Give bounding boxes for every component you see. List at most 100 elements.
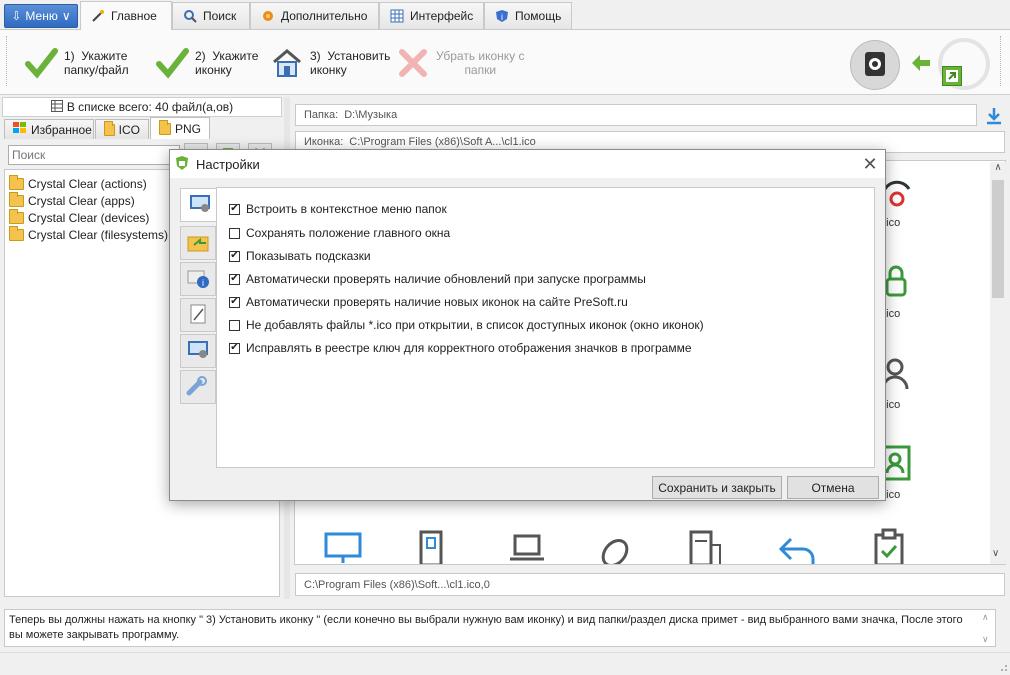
checkbox[interactable]: ✔ xyxy=(229,296,240,308)
download-icon[interactable] xyxy=(984,106,1004,126)
clipboard-check-icon[interactable] xyxy=(871,527,907,564)
laptop-icon[interactable] xyxy=(507,533,547,564)
checkbox[interactable]: ✔ xyxy=(229,273,240,285)
info-shield-icon: i xyxy=(495,9,509,23)
scroll-down-icon[interactable]: ∨ xyxy=(992,548,999,559)
step2-label: 2) Укажите иконку xyxy=(195,49,259,77)
mouse-icon[interactable] xyxy=(595,531,635,564)
undo-arrow-icon[interactable] xyxy=(777,535,817,564)
tab-favorites[interactable]: Избранное xyxy=(4,119,94,139)
monitor-icon[interactable] xyxy=(323,531,363,564)
windows-icon xyxy=(13,122,27,137)
chevron-down-icon: ∨ xyxy=(61,9,71,23)
tab-main[interactable]: Главное xyxy=(80,1,172,30)
folder-arrow-icon xyxy=(186,231,210,256)
folder-icon xyxy=(9,191,24,207)
hint-scroll-down-icon[interactable]: ∨ xyxy=(982,634,989,645)
option-label: Сохранять положение главного окна xyxy=(246,226,451,240)
step1-label: 1) Укажите папку/файл xyxy=(64,49,129,77)
wrench-icon xyxy=(186,375,210,400)
app-shield-icon xyxy=(174,155,190,174)
checkbox[interactable]: ✔ xyxy=(229,250,240,262)
tab-ico-label: ICO xyxy=(118,122,140,137)
close-icon[interactable]: ✕ xyxy=(860,154,880,174)
icon-path-field[interactable]: C:\Program Files (x86)\Soft...\cl1.ico,0 xyxy=(295,573,1005,596)
folder-icon xyxy=(104,120,115,136)
tower-pc-icon[interactable] xyxy=(417,529,447,564)
tab-ico[interactable]: ICO xyxy=(95,119,149,139)
select-folder-button[interactable]: 1) Укажите папку/файл xyxy=(24,38,144,88)
apply-icon[interactable] xyxy=(942,66,962,86)
checkbox[interactable] xyxy=(229,319,240,331)
folder-field[interactable]: Папка: D:\Музыка xyxy=(295,104,977,126)
checkbox[interactable]: ✔ xyxy=(229,342,240,354)
option-skip-ico-files[interactable]: Не добавлять файлы *.ico при открытии, в… xyxy=(229,316,704,334)
menu-button[interactable]: ⇩ Меню ∨ xyxy=(4,4,78,28)
scroll-up-icon[interactable]: ∧ xyxy=(990,162,1006,173)
option-check-new-icons[interactable]: ✔ Автоматически проверять наличие новых … xyxy=(229,293,628,311)
settings-tab-notes[interactable] xyxy=(180,298,216,332)
option-label: Встроить в контекстное меню папок xyxy=(246,202,447,216)
house-icon xyxy=(270,43,304,83)
dialog-titlebar[interactable]: Настройки xyxy=(170,150,885,178)
hint-scroll-up-icon[interactable]: ∧ xyxy=(982,612,989,623)
option-context-menu[interactable]: ✔ Встроить в контекстное меню папок xyxy=(229,200,447,218)
hint-text: Теперь вы должны нажать на кнопку " 3) У… xyxy=(9,614,963,641)
option-fix-registry[interactable]: ✔ Исправлять в реестре ключ для корректн… xyxy=(229,339,692,357)
option-save-window-position[interactable]: Сохранять положение главного окна xyxy=(229,224,450,242)
settings-tab-tools[interactable] xyxy=(180,370,216,404)
checkbox[interactable] xyxy=(229,227,240,239)
icon-path-value: C:\Program Files (x86)\Soft...\cl1.ico,0 xyxy=(304,578,490,591)
options-panel: ✔ Встроить в контекстное меню папок Сохр… xyxy=(216,187,875,468)
list-item-label: Crystal Clear (actions) xyxy=(28,176,147,191)
tab-help[interactable]: i Помощь xyxy=(484,2,572,29)
grid-icon xyxy=(50,99,63,115)
settings-button[interactable] xyxy=(850,40,900,90)
set-icon-button[interactable]: 3) Установить иконку xyxy=(270,38,390,88)
status-bar xyxy=(0,652,1010,675)
scrollbar-thumb[interactable] xyxy=(992,180,1004,298)
cancel-button[interactable]: Отмена xyxy=(787,476,879,499)
ribbon-toolbar: 1) Укажите папку/файл 2) Укажите иконку … xyxy=(0,29,1010,95)
list-item[interactable]: Crystal Clear (apps) xyxy=(9,191,135,209)
save-and-close-button[interactable]: Сохранить и закрыть xyxy=(652,476,782,499)
document-icon[interactable] xyxy=(687,529,723,564)
tab-extra[interactable]: Дополнительно xyxy=(250,2,379,29)
save-and-close-label: Сохранить и закрыть xyxy=(658,480,776,495)
list-item[interactable]: Crystal Clear (devices) xyxy=(9,208,150,226)
magnifier-icon xyxy=(183,9,197,23)
select-icon-button[interactable]: 2) Укажите иконку xyxy=(155,38,265,88)
tab-search[interactable]: Поиск xyxy=(172,2,250,29)
list-item-label: Crystal Clear (devices) xyxy=(28,210,150,225)
back-arrow-icon[interactable] xyxy=(910,52,932,74)
settings-icon xyxy=(861,50,889,81)
option-label: Автоматически проверять наличие обновлен… xyxy=(246,272,646,286)
tab-png[interactable]: PNG xyxy=(150,117,210,139)
dialog-title: Настройки xyxy=(196,156,260,172)
resize-grip-icon[interactable] xyxy=(996,660,1008,672)
green-check-icon xyxy=(24,43,58,83)
tab-interface[interactable]: Интерфейс xyxy=(379,2,484,29)
checkbox[interactable]: ✔ xyxy=(229,203,240,215)
remove-icon-button[interactable]: Убрать иконку с папки xyxy=(396,38,526,88)
cancel-label: Отмена xyxy=(811,480,855,495)
svg-text:i: i xyxy=(501,12,503,22)
list-item[interactable]: Crystal Clear (actions) xyxy=(9,174,147,192)
list-item[interactable]: Crystal Clear (filesystems) xyxy=(9,225,168,243)
folder-icon xyxy=(9,225,24,241)
remove-label: Убрать иконку с папки xyxy=(436,49,525,77)
folder-icon xyxy=(9,208,24,224)
option-show-hints[interactable]: ✔ Показывать подсказки xyxy=(229,247,371,265)
settings-tab-general[interactable] xyxy=(180,188,218,222)
option-check-updates[interactable]: ✔ Автоматически проверять наличие обновл… xyxy=(229,270,646,288)
svg-text:i: i xyxy=(202,278,204,288)
tab-extra-label: Дополнительно xyxy=(281,9,368,23)
flower-icon xyxy=(261,9,275,23)
settings-tab-folders[interactable] xyxy=(180,226,216,260)
list-item-label: Crystal Clear (apps) xyxy=(28,193,135,208)
settings-tab-display[interactable] xyxy=(180,334,216,368)
search-input[interactable] xyxy=(8,145,180,165)
ribbon-grip xyxy=(6,36,10,86)
settings-tab-info[interactable]: i xyxy=(180,262,216,296)
red-cross-icon xyxy=(396,43,430,83)
